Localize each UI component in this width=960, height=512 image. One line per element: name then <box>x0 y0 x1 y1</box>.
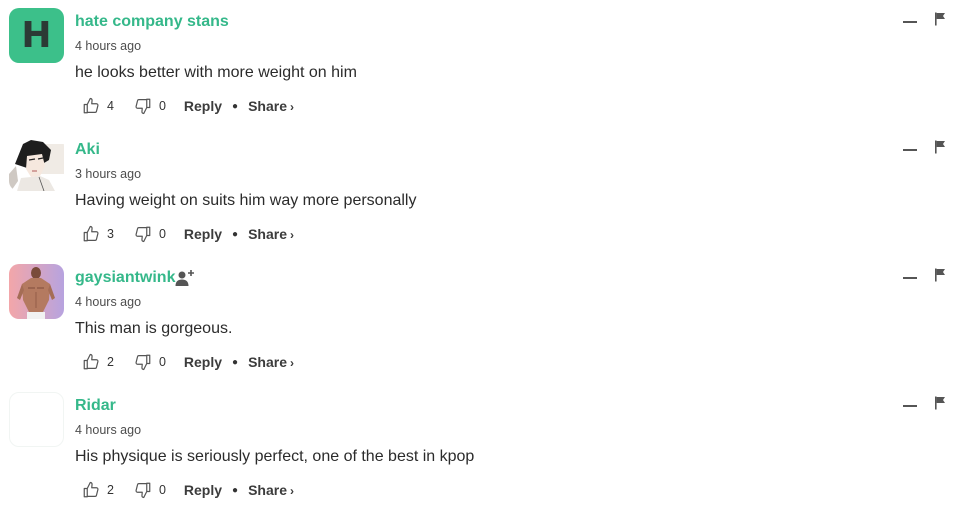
flag-icon[interactable] <box>934 268 946 282</box>
like-count: 2 <box>107 355 114 369</box>
reply-button[interactable]: Reply <box>184 226 222 242</box>
minus-icon[interactable] <box>903 277 917 279</box>
comment-actions: 3 0 Reply ● Share › <box>82 224 294 244</box>
chevron-right-icon: › <box>290 356 294 370</box>
like-button[interactable] <box>82 97 100 115</box>
share-button[interactable]: Share › <box>248 98 294 114</box>
minus-icon[interactable] <box>903 21 917 23</box>
minus-icon[interactable] <box>903 149 917 151</box>
person-avatar-image <box>9 264 64 319</box>
comment: Ridar 4 hours ago His physique is seriou… <box>0 384 960 512</box>
chevron-right-icon: › <box>290 228 294 242</box>
comment-actions: 2 0 Reply ● Share › <box>82 480 294 500</box>
share-label: Share <box>248 98 287 114</box>
reply-button[interactable]: Reply <box>184 354 222 370</box>
separator-dot: ● <box>232 484 239 496</box>
avatar[interactable] <box>9 392 64 447</box>
username-link[interactable]: hate company stans <box>75 13 229 31</box>
share-button[interactable]: Share › <box>248 226 294 242</box>
add-user-icon[interactable] <box>175 269 195 287</box>
dislike-count: 0 <box>158 99 166 113</box>
share-label: Share <box>248 354 287 370</box>
dislike-count: 0 <box>158 355 166 369</box>
separator-dot: ● <box>232 356 239 368</box>
thumbs-down-icon[interactable] <box>134 97 152 115</box>
flag-icon[interactable] <box>934 12 946 26</box>
avatar[interactable] <box>9 264 64 319</box>
share-button[interactable]: Share › <box>248 482 294 498</box>
dislike-button[interactable] <box>134 481 152 499</box>
thumbs-down-icon[interactable] <box>134 481 152 499</box>
comment: Aki 3 hours ago Having weight on suits h… <box>0 128 960 256</box>
comment-text: Having weight on suits him way more pers… <box>75 192 417 209</box>
comment-text: he looks better with more weight on him <box>75 64 357 81</box>
comment-actions: 2 0 Reply ● Share › <box>82 352 294 372</box>
timestamp[interactable]: 4 hours ago <box>75 423 141 437</box>
comment-text: His physique is seriously perfect, one o… <box>75 448 475 465</box>
timestamp[interactable]: 3 hours ago <box>75 167 141 181</box>
like-count: 4 <box>107 99 114 113</box>
dislike-count: 0 <box>158 227 166 241</box>
flag-icon[interactable] <box>934 140 946 154</box>
share-label: Share <box>248 482 287 498</box>
minus-icon[interactable] <box>903 405 917 407</box>
thumbs-up-icon[interactable] <box>82 481 100 499</box>
like-button[interactable] <box>82 481 100 499</box>
username-link[interactable]: Aki <box>75 141 100 159</box>
username-link[interactable]: Ridar <box>75 397 116 415</box>
thumbs-up-icon[interactable] <box>82 97 100 115</box>
dislike-button[interactable] <box>134 225 152 243</box>
like-button[interactable] <box>82 353 100 371</box>
separator-dot: ● <box>232 228 239 240</box>
reply-button[interactable]: Reply <box>184 482 222 498</box>
comment-text: This man is gorgeous. <box>75 320 233 337</box>
timestamp[interactable]: 4 hours ago <box>75 295 141 309</box>
separator-dot: ● <box>232 100 239 112</box>
dislike-button[interactable] <box>134 353 152 371</box>
like-count: 2 <box>107 483 114 497</box>
avatar[interactable]: H <box>9 8 64 63</box>
thumbs-down-icon[interactable] <box>134 225 152 243</box>
anime-avatar-image <box>9 136 64 191</box>
timestamp[interactable]: 4 hours ago <box>75 39 141 53</box>
thumbs-up-icon[interactable] <box>82 353 100 371</box>
thumbs-down-icon[interactable] <box>134 353 152 371</box>
thumbs-up-icon[interactable] <box>82 225 100 243</box>
comment-actions: 4 0 Reply ● Share › <box>82 96 294 116</box>
reply-button[interactable]: Reply <box>184 98 222 114</box>
username-link[interactable]: gaysiantwink <box>75 269 175 287</box>
flag-icon[interactable] <box>934 396 946 410</box>
comment: H hate company stans 4 hours ago he look… <box>0 0 960 128</box>
dislike-count: 0 <box>158 483 166 497</box>
dislike-button[interactable] <box>134 97 152 115</box>
share-button[interactable]: Share › <box>248 354 294 370</box>
avatar[interactable] <box>9 136 64 191</box>
comment: gaysiantwink 4 hours ago This man is gor… <box>0 256 960 384</box>
share-label: Share <box>248 226 287 242</box>
chevron-right-icon: › <box>290 100 294 114</box>
chevron-right-icon: › <box>290 484 294 498</box>
like-button[interactable] <box>82 225 100 243</box>
like-count: 3 <box>107 227 114 241</box>
